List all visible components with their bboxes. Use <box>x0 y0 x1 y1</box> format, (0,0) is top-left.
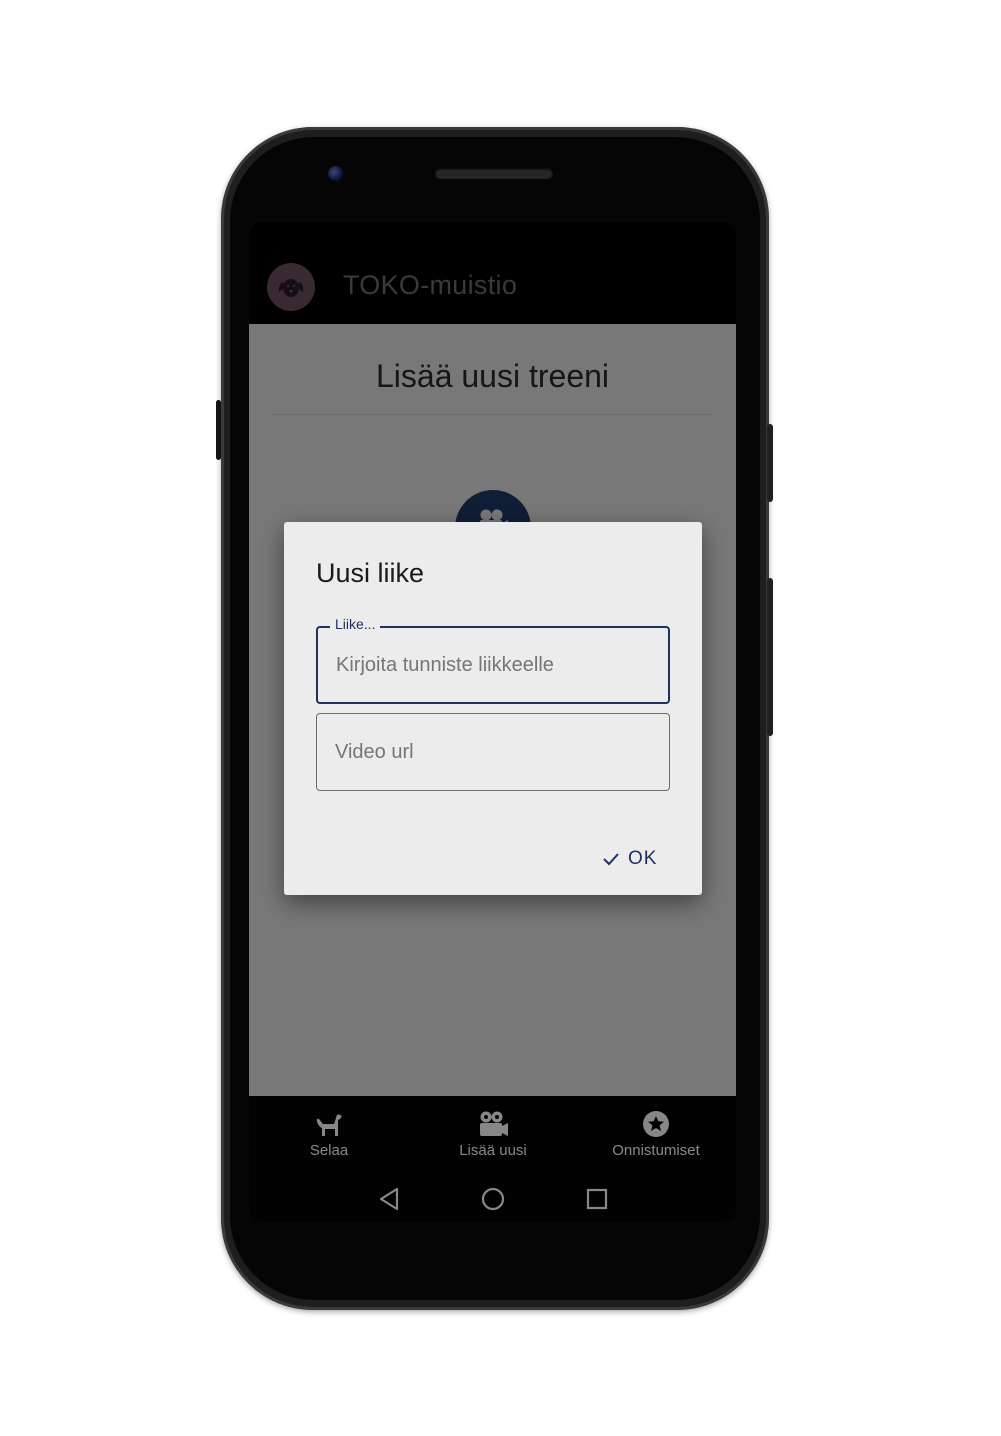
front-camera <box>328 166 343 181</box>
ok-button[interactable]: OK <box>602 848 657 870</box>
volume-button <box>767 578 773 736</box>
ok-label: OK <box>628 848 658 869</box>
new-movement-dialog: Uusi liike Liike... OK <box>284 522 702 895</box>
movement-input[interactable] <box>318 628 668 702</box>
video-url-input[interactable] <box>317 714 669 790</box>
movement-field-label: Liike... <box>330 616 381 632</box>
movement-field: Liike... <box>316 616 670 704</box>
dialog-title: Uusi liike <box>316 558 425 588</box>
device-mockup: TOKO-muistio Lisää uusi treeni Selaa Lis… <box>0 0 1001 1436</box>
check-icon <box>602 852 620 866</box>
video-url-field <box>316 713 670 791</box>
power-button <box>767 424 773 502</box>
earpiece-speaker <box>435 168 553 179</box>
